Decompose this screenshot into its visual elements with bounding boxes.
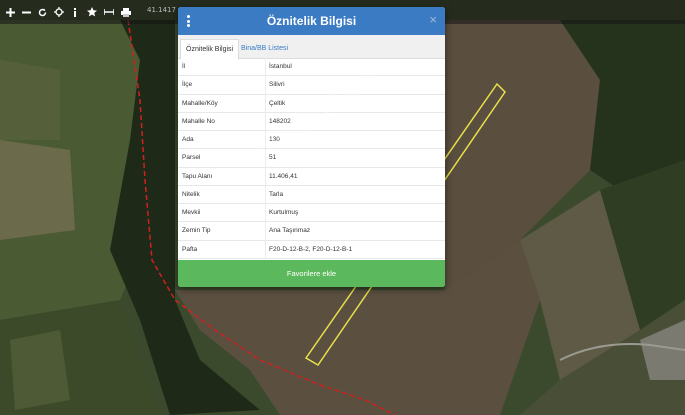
attribute-table: İl İstanbul İlçe Silivri Mahalle/Köy Çeltik… <box>178 58 445 259</box>
row-value: Tarla <box>269 190 284 198</box>
table-row: Pafta F20-D-12-B-2, F20-D-12-B-1 <box>178 240 445 259</box>
row-value: F20-D-12-B-2, F20-D-12-B-1 <box>269 245 353 253</box>
table-row: Nitelik Tarla <box>178 185 445 204</box>
row-value: Silivri <box>269 81 285 89</box>
tab-building-list[interactable]: Bina/BB Listesi <box>236 39 293 58</box>
table-row: Parsel 51 <box>178 149 445 168</box>
add-to-favorites-button[interactable]: Favorilere ekle <box>178 260 445 287</box>
locate-icon[interactable] <box>51 0 67 24</box>
plus-icon[interactable] <box>2 0 18 24</box>
table-row: İlçe Silivri <box>178 76 445 95</box>
table-row: Ada 130 <box>178 131 445 150</box>
info-icon[interactable] <box>67 0 83 24</box>
row-value: 51 <box>269 154 277 162</box>
table-row: Zemin Tip Ana Taşınmaz <box>178 222 445 241</box>
modal-header: Öznitelik Bilgisi × <box>178 7 445 35</box>
table-row: İl İstanbul <box>178 58 445 77</box>
row-value: 11.406,41 <box>269 172 298 180</box>
row-key: Zemin Tip <box>182 227 211 235</box>
row-key: Tapu Alanı <box>182 172 213 180</box>
row-value: 130 <box>269 136 280 143</box>
row-key: Pafta <box>182 245 198 253</box>
table-row: Mahalle No 148202 <box>178 112 445 131</box>
row-value: İstanbul <box>269 63 292 70</box>
modal-title: Öznitelik Bilgisi <box>266 14 357 28</box>
table-row: Mahalle/Köy Çeltik <box>178 94 445 113</box>
row-value: Çeltik <box>269 99 286 107</box>
row-key: Mevkii <box>182 209 201 216</box>
tab-bar: Öznitelik Bilgisi Bina/BB Listesi <box>178 35 445 60</box>
row-value: 148202 <box>269 117 291 125</box>
row-value: Kurtulmuş <box>269 209 299 216</box>
measure-icon[interactable] <box>101 0 117 24</box>
row-key: Parsel <box>182 154 201 162</box>
row-key: Mahalle/Köy <box>182 99 218 107</box>
minus-icon[interactable] <box>18 0 34 24</box>
print-icon[interactable] <box>118 0 134 24</box>
attribute-info-modal: Öznitelik Bilgisi × Öznitelik Bilgisi Bi… <box>178 7 445 287</box>
table-row: Tapu Alanı 11.406,41 <box>178 167 445 186</box>
row-key: Ada <box>182 136 194 143</box>
row-value: Ana Taşınmaz <box>269 227 311 235</box>
refresh-icon[interactable] <box>34 0 50 24</box>
close-icon[interactable]: × <box>429 13 437 27</box>
row-key: İlçe <box>182 81 193 89</box>
tab-attribute-info[interactable]: Öznitelik Bilgisi <box>180 39 240 60</box>
row-key: İl <box>182 63 186 70</box>
row-key: Mahalle No <box>182 117 215 125</box>
row-key: Nitelik <box>182 190 200 198</box>
star-icon[interactable] <box>84 0 100 24</box>
table-row: Mevkii Kurtulmuş <box>178 204 445 223</box>
